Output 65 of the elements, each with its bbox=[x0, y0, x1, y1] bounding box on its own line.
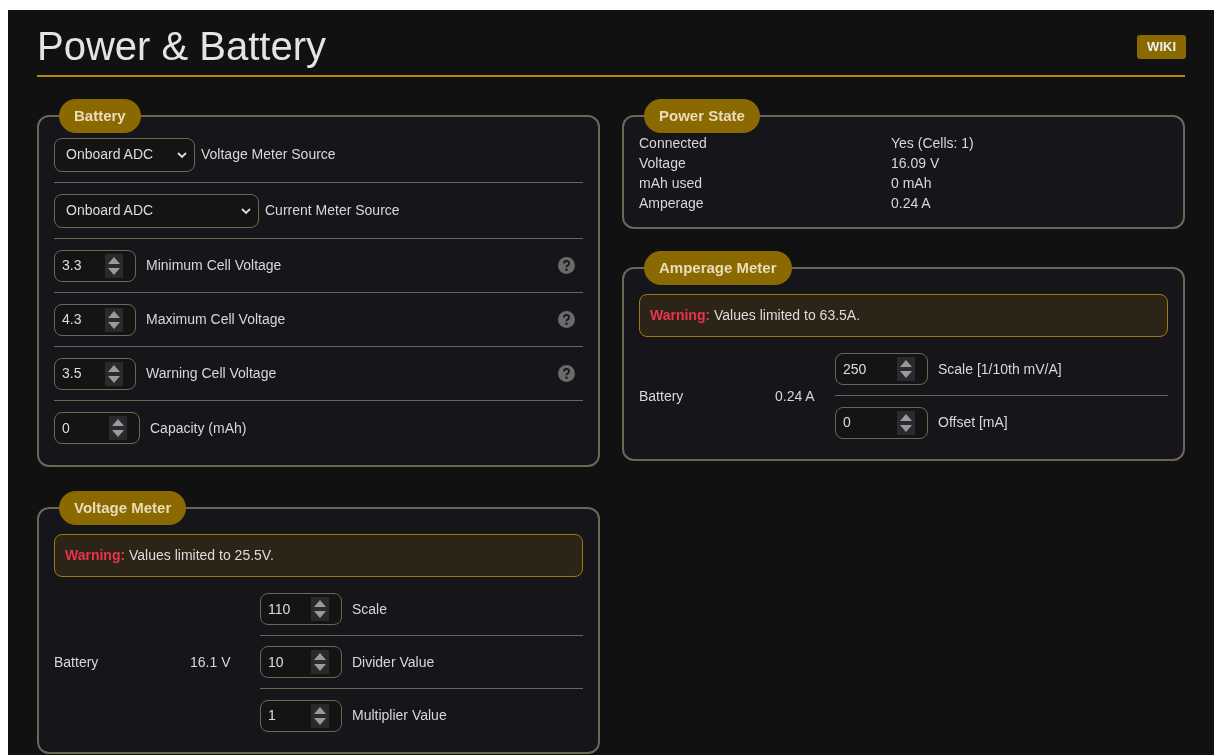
status-label: mAh used bbox=[639, 174, 704, 193]
field-label: Scale bbox=[352, 599, 388, 619]
field-value: 3.3 bbox=[62, 256, 82, 275]
field-value: 4.3 bbox=[62, 310, 82, 329]
field-value: 1 bbox=[268, 706, 276, 725]
spinner-icon[interactable] bbox=[311, 597, 329, 621]
field-label: Capacity (mAh) bbox=[150, 418, 248, 438]
page-title: Power & Battery bbox=[37, 25, 326, 66]
field-label: Offset [mA] bbox=[938, 413, 1008, 432]
field-value: 0 bbox=[843, 413, 851, 432]
number-field[interactable]: 3.5 bbox=[54, 357, 136, 390]
status-label: Amperage bbox=[639, 194, 705, 213]
number-field[interactable]: 4.3 bbox=[54, 303, 136, 336]
meter-reading: 0.24 A bbox=[775, 386, 816, 406]
panel-legend: Power State bbox=[644, 99, 760, 133]
field-label: Divider Value bbox=[352, 652, 435, 672]
number-field[interactable]: 1 bbox=[260, 699, 342, 732]
help-icon[interactable] bbox=[558, 257, 575, 274]
status-value: 16.09 V bbox=[891, 154, 940, 173]
number-field[interactable]: 0 bbox=[54, 412, 140, 444]
dropdown[interactable]: Onboard ADC bbox=[54, 193, 259, 228]
status-label: Voltage bbox=[639, 154, 687, 173]
field-label: Warning Cell Voltage bbox=[146, 364, 278, 383]
field-value: 3.5 bbox=[62, 364, 82, 383]
spinner-icon[interactable] bbox=[311, 703, 329, 728]
number-field[interactable]: 250 bbox=[835, 353, 928, 385]
spinner-icon[interactable] bbox=[105, 361, 123, 386]
dropdown[interactable]: Onboard ADC bbox=[54, 137, 195, 172]
help-icon[interactable] bbox=[558, 311, 575, 328]
panel-legend: Battery bbox=[59, 99, 141, 133]
panel-legend: Voltage Meter bbox=[59, 491, 187, 525]
field-label: Minimum Cell Voltage bbox=[146, 256, 283, 275]
panel-legend: Amperage Meter bbox=[644, 251, 792, 285]
number-field[interactable]: 10 bbox=[260, 646, 342, 678]
number-field[interactable]: 3.3 bbox=[54, 249, 136, 282]
meter-name: Battery bbox=[54, 653, 100, 672]
help-icon[interactable] bbox=[558, 365, 575, 382]
field-label: Voltage Meter Source bbox=[201, 145, 337, 164]
spinner-icon[interactable] bbox=[105, 253, 123, 278]
warning-message: Warning: Values limited to 25.5V. bbox=[65, 546, 274, 565]
status-label: Connected bbox=[639, 134, 708, 153]
field-value: 0 bbox=[62, 418, 70, 438]
field-label: Current Meter Source bbox=[265, 201, 401, 220]
meter-reading: 16.1 V bbox=[190, 653, 232, 672]
dropdown-value: Onboard ADC bbox=[66, 201, 154, 220]
wiki-button[interactable]: WIKI bbox=[1137, 34, 1186, 59]
status-value: Yes (Cells: 1) bbox=[891, 134, 974, 153]
field-label: Scale [1/10th mV/A] bbox=[938, 359, 1062, 379]
status-value: 0 mAh bbox=[891, 174, 932, 193]
field-label: Maximum Cell Voltage bbox=[146, 310, 287, 329]
spinner-icon[interactable] bbox=[105, 307, 123, 332]
number-field[interactable]: 110 bbox=[260, 593, 342, 625]
warning-message: Warning: Values limited to 63.5A. bbox=[650, 306, 861, 325]
spinner-icon[interactable] bbox=[897, 357, 915, 381]
field-value: 10 bbox=[268, 652, 284, 672]
dropdown-value: Onboard ADC bbox=[66, 145, 154, 164]
status-value: 0.24 A bbox=[891, 194, 931, 213]
number-field[interactable]: 0 bbox=[835, 406, 928, 439]
spinner-icon[interactable] bbox=[897, 410, 915, 435]
field-value: 250 bbox=[843, 359, 867, 379]
field-value: 110 bbox=[268, 599, 291, 619]
spinner-icon[interactable] bbox=[109, 416, 127, 440]
spinner-icon[interactable] bbox=[311, 650, 329, 674]
meter-name: Battery bbox=[639, 386, 685, 406]
field-label: Multiplier Value bbox=[352, 706, 447, 725]
